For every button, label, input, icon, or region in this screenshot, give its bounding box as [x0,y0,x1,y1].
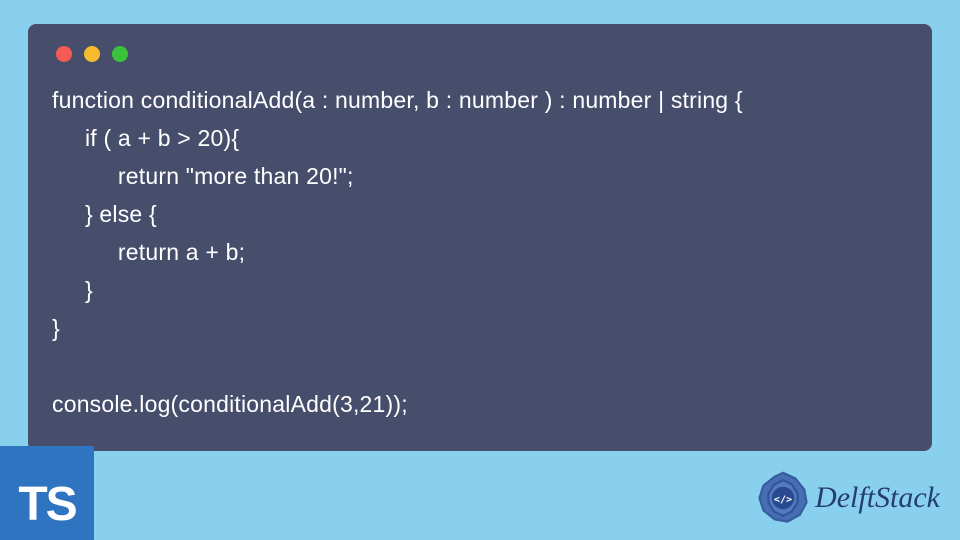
code-line: if ( a + b > 20){ [52,125,239,151]
code-line: } [52,315,60,341]
brand-footer: </> DelftStack [755,470,940,526]
code-line: return a + b; [52,239,245,265]
maximize-icon [112,46,128,62]
svg-text:</>: </> [774,494,792,505]
code-line: } else { [52,201,157,227]
code-line: console.log(conditionalAdd(3,21)); [52,391,408,417]
code-block: function conditionalAdd(a : number, b : … [52,82,908,423]
typescript-badge: TS [0,446,94,540]
window-traffic-lights [52,46,908,62]
typescript-badge-text: TS [18,477,75,532]
delftstack-logo-icon: </> [755,470,811,526]
code-line: } [52,277,93,303]
brand-name: DelftStack [815,481,940,515]
code-window: function conditionalAdd(a : number, b : … [28,24,932,451]
close-icon [56,46,72,62]
code-line: function conditionalAdd(a : number, b : … [52,87,743,113]
code-line: return "more than 20!"; [52,163,354,189]
minimize-icon [84,46,100,62]
